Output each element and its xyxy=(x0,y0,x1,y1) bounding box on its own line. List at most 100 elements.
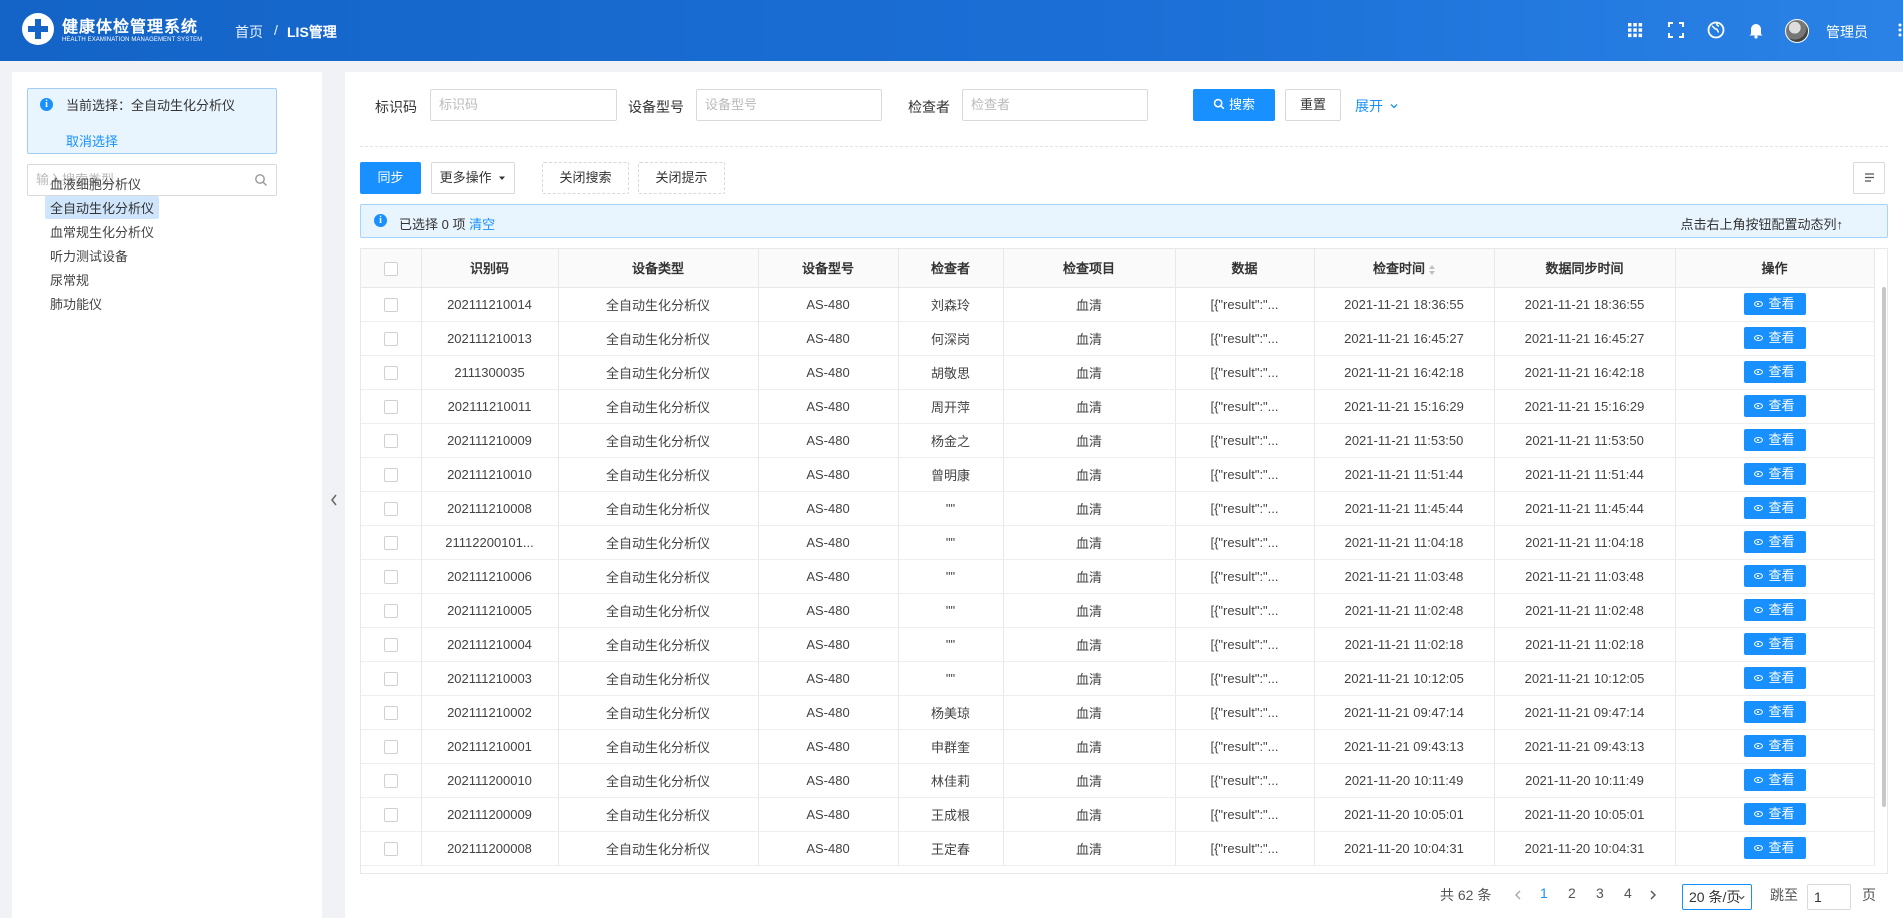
view-button-label: 查看 xyxy=(1768,704,1795,719)
row-checkbox[interactable] xyxy=(383,569,398,584)
breadcrumb-home[interactable]: 首页 xyxy=(235,22,263,42)
avatar[interactable] xyxy=(1785,19,1809,43)
view-button[interactable]: 查看 xyxy=(1743,633,1806,655)
user-name[interactable]: 管理员 xyxy=(1826,22,1868,42)
sort-icon[interactable] xyxy=(1429,264,1435,275)
row-select-cell xyxy=(361,763,422,798)
check-time-cell: 2021-11-20 10:05:01 xyxy=(1314,797,1495,832)
data-cell: [{"result":"... xyxy=(1175,389,1315,424)
row-checkbox[interactable] xyxy=(383,773,398,788)
expand-link[interactable]: 展开 xyxy=(1355,96,1399,116)
page-4[interactable]: 4 xyxy=(1624,885,1632,901)
page-size-select[interactable]: 20 条/页 xyxy=(1682,884,1752,910)
row-checkbox[interactable] xyxy=(383,671,398,686)
view-button[interactable]: 查看 xyxy=(1743,735,1806,757)
breadcrumb-separator: / xyxy=(274,22,278,38)
view-button[interactable]: 查看 xyxy=(1743,599,1806,621)
eye-icon xyxy=(1754,335,1764,341)
view-button[interactable]: 查看 xyxy=(1743,803,1806,825)
vertical-scrollbar[interactable] xyxy=(1882,287,1886,807)
view-button[interactable]: 查看 xyxy=(1743,769,1806,791)
reset-button[interactable]: 重置 xyxy=(1285,89,1341,121)
search-icon[interactable] xyxy=(254,173,268,187)
row-checkbox[interactable] xyxy=(383,807,398,822)
view-button[interactable]: 查看 xyxy=(1743,293,1806,315)
view-button[interactable]: 查看 xyxy=(1743,463,1806,485)
fullscreen-icon[interactable] xyxy=(1666,20,1686,40)
row-checkbox[interactable] xyxy=(383,365,398,380)
view-button[interactable]: 查看 xyxy=(1743,701,1806,723)
checker-input[interactable]: 检查者 xyxy=(962,89,1148,121)
more-vertical-icon[interactable] xyxy=(1897,20,1903,40)
model-input[interactable]: 设备型号 xyxy=(696,89,882,121)
view-button[interactable]: 查看 xyxy=(1743,497,1806,519)
cancel-selection-link[interactable]: 取消选择 xyxy=(66,131,118,150)
row-select-cell xyxy=(361,729,422,764)
tree-item[interactable]: 听力测试设备 xyxy=(45,244,133,267)
prev-page-icon[interactable] xyxy=(1513,889,1523,901)
chevron-down-icon xyxy=(1390,104,1398,109)
close-search-button[interactable]: 关闭搜索 xyxy=(542,162,629,194)
view-button[interactable]: 查看 xyxy=(1743,395,1806,417)
page-2[interactable]: 2 xyxy=(1568,885,1576,901)
view-button[interactable]: 查看 xyxy=(1743,837,1806,859)
page-3[interactable]: 3 xyxy=(1596,885,1604,901)
row-checkbox[interactable] xyxy=(383,501,398,516)
check-time-cell: 2021-11-21 11:02:48 xyxy=(1314,593,1495,628)
row-checkbox[interactable] xyxy=(383,705,398,720)
data-cell: [{"result":"... xyxy=(1175,593,1315,628)
action-cell: 查看 xyxy=(1675,593,1875,628)
next-page-icon[interactable] xyxy=(1648,889,1658,901)
view-button[interactable]: 查看 xyxy=(1743,327,1806,349)
view-button[interactable]: 查看 xyxy=(1743,429,1806,451)
row-checkbox[interactable] xyxy=(383,535,398,550)
action-cell: 查看 xyxy=(1675,389,1875,424)
row-checkbox[interactable] xyxy=(383,841,398,856)
view-button[interactable]: 查看 xyxy=(1743,565,1806,587)
page-1[interactable]: 1 xyxy=(1540,885,1548,901)
row-checkbox[interactable] xyxy=(383,603,398,618)
globe-icon[interactable] xyxy=(1706,20,1726,40)
device-type-cell: 全自动生化分析仪 xyxy=(558,627,759,662)
column-config-tip: 点击右上角按钮配置动态列↑ xyxy=(1680,217,1843,232)
more-actions-button[interactable]: 更多操作 xyxy=(431,162,515,194)
clear-selection-link[interactable]: 清空 xyxy=(469,217,495,232)
checker-cell: 杨美琼 xyxy=(898,695,1004,730)
checker-cell: "" xyxy=(898,593,1004,628)
eye-icon xyxy=(1754,437,1764,443)
row-checkbox[interactable] xyxy=(383,637,398,652)
collapse-panel-icon[interactable] xyxy=(329,493,339,507)
tree-item[interactable]: 全自动生化分析仪 xyxy=(45,196,160,219)
check-item-cell: 血清 xyxy=(1003,593,1176,628)
row-checkbox[interactable] xyxy=(383,399,398,414)
select-all-checkbox[interactable] xyxy=(383,261,398,276)
row-checkbox[interactable] xyxy=(383,433,398,448)
tree-item[interactable]: 血液细胞分析仪 xyxy=(45,172,146,195)
grid-icon[interactable] xyxy=(1625,20,1645,40)
tree-item[interactable]: 肺功能仪 xyxy=(45,292,107,315)
tree-item[interactable]: 尿常规 xyxy=(45,268,94,291)
view-button[interactable]: 查看 xyxy=(1743,361,1806,383)
sync-time-cell: 2021-11-20 10:11:49 xyxy=(1494,763,1676,798)
column-settings-button[interactable] xyxy=(1853,162,1885,194)
device-type-cell: 全自动生化分析仪 xyxy=(558,695,759,730)
checker-cell: 王定春 xyxy=(898,831,1004,866)
tree-item[interactable]: 血常规生化分析仪 xyxy=(45,220,159,243)
table-row: 202111210004 全自动生化分析仪 AS-480 "" 血清 [{"result"… xyxy=(361,627,1875,662)
view-button[interactable]: 查看 xyxy=(1743,531,1806,553)
jump-page-input[interactable]: 1 xyxy=(1807,884,1851,910)
search-button[interactable]: 搜索 xyxy=(1193,89,1275,121)
bell-icon[interactable] xyxy=(1746,20,1766,40)
row-checkbox[interactable] xyxy=(383,467,398,482)
row-checkbox[interactable] xyxy=(383,331,398,346)
device-model-cell: AS-480 xyxy=(758,491,899,526)
row-checkbox[interactable] xyxy=(383,297,398,312)
id-input[interactable]: 标识码 xyxy=(430,89,617,121)
close-tip-button[interactable]: 关闭提示 xyxy=(638,162,725,194)
view-button[interactable]: 查看 xyxy=(1743,667,1806,689)
sync-button[interactable]: 同步 xyxy=(360,162,421,194)
check-item-cell: 血清 xyxy=(1003,389,1176,424)
column-header-sortable[interactable]: 检查时间 xyxy=(1314,249,1495,288)
row-checkbox[interactable] xyxy=(383,739,398,754)
model-input-placeholder: 设备型号 xyxy=(705,97,758,112)
